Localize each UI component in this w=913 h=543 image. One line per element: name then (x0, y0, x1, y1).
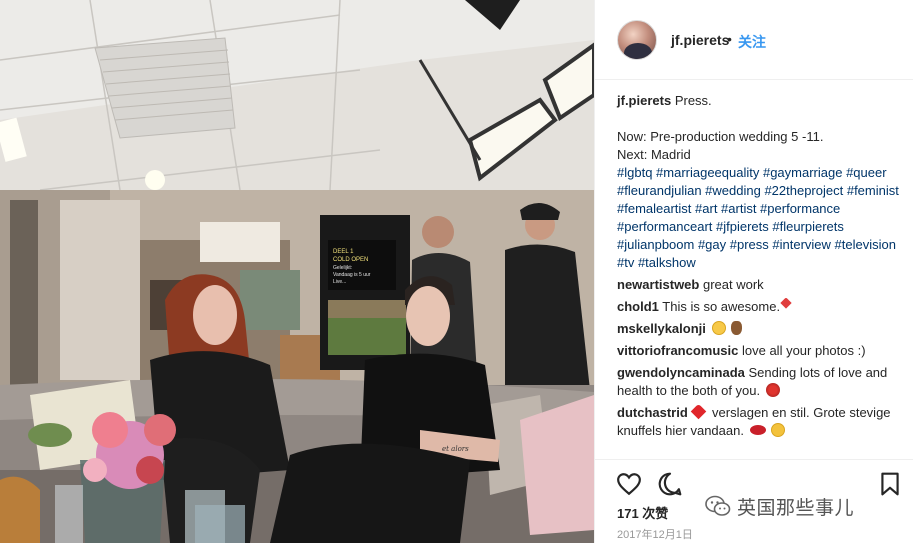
post-sidebar: jf.pierets • 关注 jf.pierets Press. Now: P… (594, 0, 913, 543)
comment-item: vittoriofrancomusic love all your photos… (617, 342, 909, 360)
post-photo[interactable]: DEEL 1 COLD OPEN Gelelijkt: Vandaag is 5… (0, 0, 594, 543)
watermark-text: 英国那些事儿 (737, 496, 855, 519)
comment-username[interactable]: newartistweb (617, 277, 699, 292)
rose-emoji-icon (765, 383, 780, 397)
comments-list: jf.pierets Press. Now: Pre-production we… (617, 92, 909, 440)
heart-outline-icon[interactable] (616, 471, 642, 497)
comment-text: great work (702, 277, 764, 292)
comment-username[interactable]: gwendolyncaminada (617, 365, 745, 380)
post-actions: 英国那些事儿 171 次赞 2017年12月1日 (595, 459, 913, 543)
glass-1 (55, 485, 83, 543)
header-username[interactable]: jf.pierets (671, 32, 729, 48)
heart-emoji-icon (780, 297, 792, 309)
comment-item: dutchastrid verslagen en stil. Grote ste… (617, 403, 909, 440)
speech-bubble-icon[interactable] (657, 471, 683, 497)
studio-scene: DEEL 1 COLD OPEN Gelelijkt: Vandaag is 5… (0, 0, 594, 543)
comment-item: gwendolyncaminada Sending lots of love a… (617, 364, 909, 400)
comment-username[interactable]: mskellykalonji (617, 321, 706, 336)
likes-count[interactable]: 171 次赞 (617, 503, 668, 522)
comment-username[interactable]: dutchastrid (617, 405, 688, 420)
smile-emoji-icon (711, 321, 726, 335)
monitor-text-5: Live... (333, 279, 346, 285)
caption-text: Press. (674, 93, 712, 108)
caption-line-3: Next: Madrid (617, 147, 691, 162)
heart-emoji-icon (691, 403, 707, 420)
monitor-text-2: COLD OPEN (333, 257, 368, 263)
ok-hand-emoji-icon (731, 321, 743, 335)
glass-3 (195, 505, 245, 543)
lips-emoji-icon (749, 425, 766, 435)
monitor-text-3: Gelelijkt: (333, 265, 352, 271)
bookmark-icon[interactable] (877, 471, 903, 497)
caption: jf.pierets Press. Now: Pre-production we… (617, 92, 909, 272)
caption-hashtags[interactable]: #lgbtq #marriageequality #gaymarriage #q… (617, 164, 909, 272)
caption-line-2: Now: Pre-production wedding 5 -11. (617, 129, 824, 144)
comment-username[interactable]: chold1 (617, 299, 659, 314)
post-date: 2017年12月1日 (617, 529, 693, 541)
smile-emoji-icon (771, 423, 786, 437)
comment-text: This is so awesome. (662, 299, 781, 314)
tattoo-text: et alors (442, 445, 469, 453)
comment-item: mskellykalonji (617, 320, 909, 338)
jar (0, 476, 40, 543)
follow-button[interactable]: 关注 (738, 32, 766, 52)
ceiling-vent (94, 37, 236, 139)
comment-item: newartistweb great work (617, 276, 909, 294)
comment-text: love all your photos :) (741, 343, 866, 358)
header-separator: • (727, 31, 732, 47)
monitor-text-1: DEEL 1 (333, 249, 354, 255)
comment-item: chold1 This is so awesome. (617, 297, 909, 316)
wechat-icon (705, 495, 731, 516)
post-header: jf.pierets • 关注 (595, 0, 913, 80)
monitor-text-4: Vandaag is 5 uur (333, 272, 371, 278)
caption-username[interactable]: jf.pierets (617, 93, 671, 108)
avatar[interactable] (617, 20, 657, 60)
watermark: 英国那些事儿 (705, 493, 854, 519)
comment-username[interactable]: vittoriofrancomusic (617, 343, 738, 358)
